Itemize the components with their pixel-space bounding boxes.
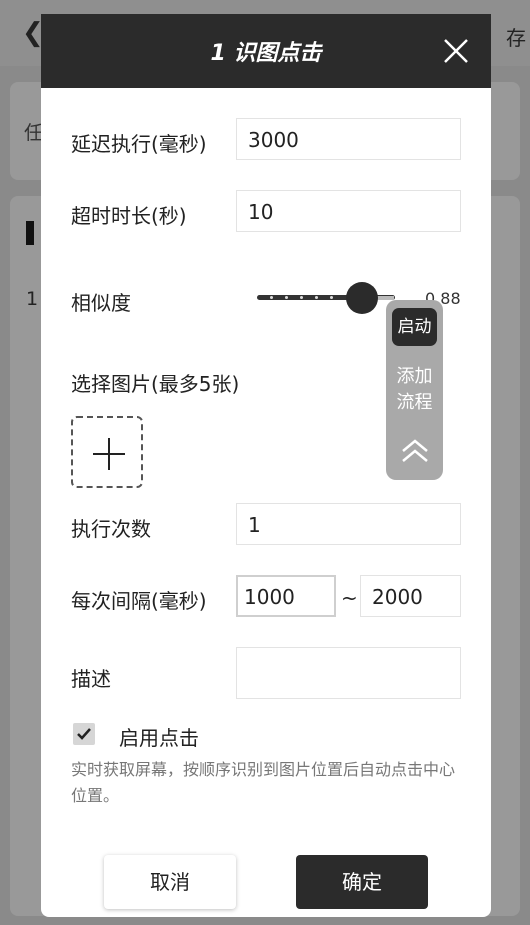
confirm-button[interactable]: 确定 [296,855,428,909]
delay-label: 延迟执行(毫秒) [71,132,207,156]
add-flow-button[interactable]: 添加 流程 [386,364,443,416]
slider-tick [315,296,318,299]
checkmark-icon [77,728,91,740]
close-icon[interactable] [441,36,471,66]
interval-label: 每次间隔(毫秒) [71,589,207,613]
double-chevron-up-icon[interactable] [400,438,430,464]
exec-count-label: 执行次数 [71,517,151,541]
plus-icon-vertical [108,438,110,470]
add-flow-label-line1: 添加 [396,366,433,387]
floating-panel[interactable]: 启动 添加 流程 [386,300,443,480]
timeout-input[interactable]: 10 [236,190,461,232]
exec-count-input[interactable]: 1 [236,503,461,545]
slider-thumb[interactable] [346,282,378,314]
slider-tick [300,296,303,299]
slider-tick [285,296,288,299]
add-image-button[interactable] [71,416,143,488]
dialog-header: 1 识图点击 [41,14,491,88]
slider-tick [270,296,273,299]
cancel-button[interactable]: 取消 [104,855,236,909]
enable-click-checkbox[interactable] [73,723,95,745]
interval-max-input[interactable]: 2000 [360,575,461,617]
similarity-label: 相似度 [71,291,131,315]
start-button[interactable]: 启动 [392,308,437,346]
background-row-number: 1 [26,288,39,310]
select-image-label: 选择图片(最多5张) [71,372,240,396]
dialog-title: 1 识图点击 [210,41,322,66]
add-flow-label-line2: 流程 [396,392,433,413]
slider-tick [330,296,333,299]
description-label: 描述 [71,667,111,691]
timeout-label: 超时时长(秒) [71,204,187,228]
interval-separator: ~ [341,586,358,610]
background-section-marker [26,221,34,245]
background-save-label[interactable]: 存 [506,22,526,51]
interval-min-input[interactable]: 1000 [236,575,336,617]
enable-click-description: 实时获取屏幕，按顺序识别到图片位置后自动点击中心位置。 [71,760,456,805]
description-input[interactable] [236,647,461,699]
enable-click-label: 启用点击 [119,726,199,750]
slider-track-remaining [376,296,394,300]
delay-input[interactable]: 3000 [236,118,461,160]
